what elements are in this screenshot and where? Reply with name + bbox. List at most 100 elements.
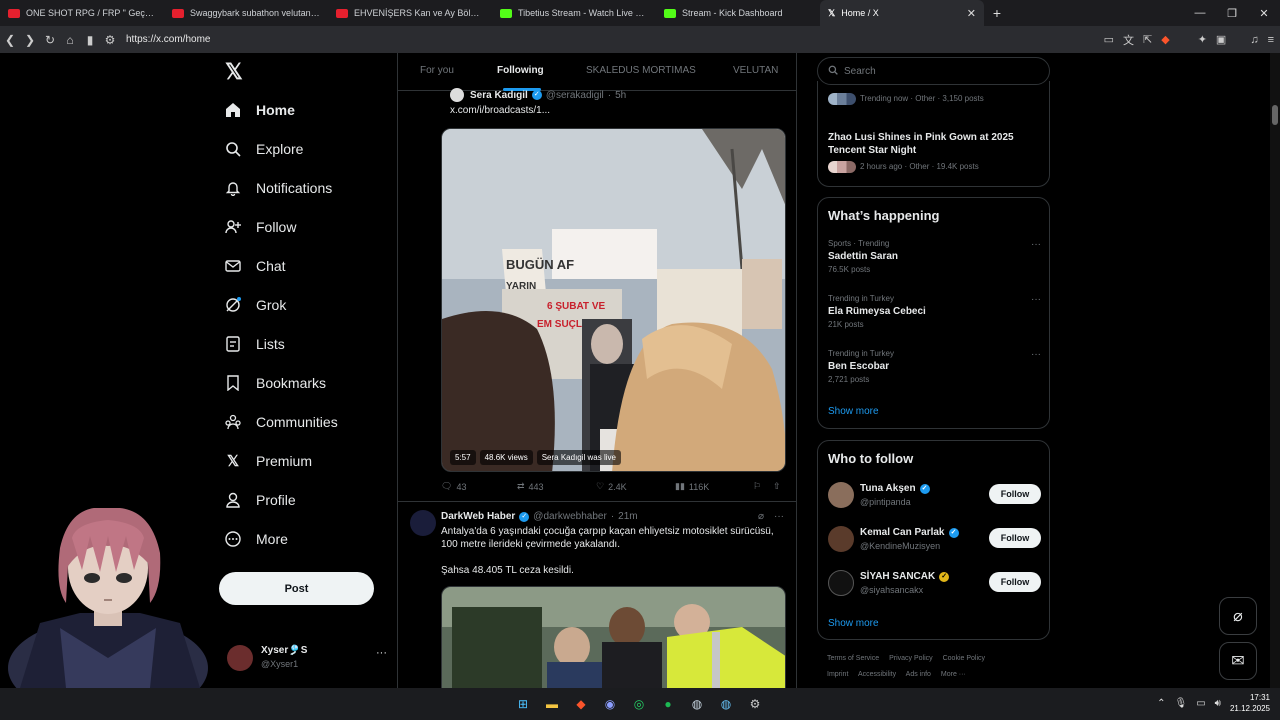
tweet-author-handle[interactable]: @serakadigil: [546, 90, 604, 101]
browser-tab[interactable]: ONE SHOT RPG / FRP " Geçmişin Yar: [0, 0, 164, 26]
like-button[interactable]: ♡ 2.4K: [596, 481, 627, 492]
scrollbar-thumb[interactable]: [1272, 105, 1278, 125]
x-logo-icon[interactable]: 𝕏: [225, 59, 243, 85]
network-icon[interactable]: ▭: [1196, 698, 1205, 709]
nav-explore[interactable]: Explore: [225, 141, 303, 157]
trend-item[interactable]: Trending in Turkey Ben Escobar 2,721 pos…: [828, 349, 1041, 384]
browser-tab[interactable]: Tibetius Stream - Watch Live on Kick: [492, 0, 656, 26]
file-explorer-icon[interactable]: ▬: [541, 693, 563, 715]
bookmark-browser-icon[interactable]: ▮: [80, 33, 100, 47]
follow-button[interactable]: Follow: [989, 528, 1041, 548]
grok-float-button[interactable]: ⌀: [1219, 597, 1257, 635]
browser-tab[interactable]: EHVENİŞERS Kan ve Ay Bölüm #1 - Y: [328, 0, 492, 26]
settings-icon[interactable]: ⚙: [744, 693, 766, 715]
browser-tab[interactable]: Swaggybark subathon velutan editio: [164, 0, 328, 26]
tab-for-you[interactable]: For you: [420, 65, 454, 76]
clock[interactable]: 17:31 21.12.2025: [1230, 692, 1270, 714]
more-dots-icon[interactable]: ···: [1031, 239, 1041, 250]
back-icon[interactable]: ❮: [0, 33, 20, 47]
avatar[interactable]: [828, 482, 854, 508]
tab-skaledus-mortimas[interactable]: SKALEDUS MORTIMAS: [586, 65, 696, 76]
tweet-author-name[interactable]: Sera Kadıgil: [470, 90, 528, 101]
footer-link[interactable]: Privacy Policy: [889, 655, 933, 662]
chevron-up-icon[interactable]: ⌃: [1157, 698, 1165, 709]
show-more-link[interactable]: Show more: [828, 406, 879, 417]
translate-icon[interactable]: 文: [1123, 32, 1134, 48]
more-dots-icon[interactable]: ···: [376, 647, 387, 659]
new-tab-button[interactable]: +: [984, 0, 1010, 26]
follow-button[interactable]: Follow: [989, 572, 1041, 592]
sidebar-icon[interactable]: ▣: [1216, 33, 1226, 46]
footer-link[interactable]: Terms of Service: [827, 655, 879, 662]
repost-button[interactable]: ⇄ 443: [517, 481, 544, 492]
tweet-link-text[interactable]: x.com/i/broadcasts/1...: [450, 105, 550, 116]
nav-chat[interactable]: Chat: [225, 258, 286, 274]
reload-icon[interactable]: ↻: [40, 33, 60, 47]
post-button[interactable]: Post: [219, 572, 374, 605]
follow-button[interactable]: Follow: [989, 484, 1041, 504]
nav-communities[interactable]: Communities: [225, 414, 338, 430]
windows-start-icon[interactable]: ⊞: [512, 693, 534, 715]
media-icon[interactable]: ♫: [1250, 34, 1258, 46]
nav-home[interactable]: Home: [225, 102, 295, 118]
spotify-icon[interactable]: ●: [657, 693, 679, 715]
views-button[interactable]: ▮▮ 116K: [675, 481, 709, 492]
follow-suggestion[interactable]: Tuna Akşen ✓ @pintipanda Follow: [828, 482, 1041, 512]
tweet-time[interactable]: 5h: [615, 90, 626, 101]
grok-icon[interactable]: ⌀: [758, 511, 764, 522]
nav-grok[interactable]: Grok: [225, 297, 286, 313]
share-icon[interactable]: ⇱: [1143, 33, 1152, 46]
tab-velutan[interactable]: VELUTAN: [733, 65, 778, 76]
trend-item[interactable]: Sports · Trending Sadettin Saran 76.5K p…: [828, 239, 1041, 274]
microphone-icon[interactable]: 🎙︎: [1174, 698, 1187, 709]
nav-premium[interactable]: 𝕏 Premium: [225, 453, 312, 470]
nav-bookmarks[interactable]: Bookmarks: [225, 375, 326, 391]
close-tab-icon[interactable]: ✕: [967, 7, 976, 20]
nav-notifications[interactable]: Notifications: [225, 180, 332, 196]
discord-icon[interactable]: ◉: [599, 693, 621, 715]
footer-link[interactable]: Accessibility: [858, 671, 896, 678]
close-window-icon[interactable]: ✕: [1248, 0, 1280, 26]
extensions-icon[interactable]: ✦: [1198, 33, 1207, 46]
tweet-video[interactable]: BUGÜN AF YARIN 6 ŞUBAT VE EM SUÇLULARI 5…: [441, 128, 786, 472]
follow-suggestion[interactable]: Kemal Can Parlak ✓ @KendineMuzisyen Follo…: [828, 526, 1041, 556]
news-item[interactable]: Zhao Lusi Shines in Pink Gown at 2025 Te…: [828, 128, 1041, 173]
follow-suggestion[interactable]: SİYAH SANCAK ✓ @siyahsancakx Follow: [828, 570, 1041, 600]
brave-browser-icon[interactable]: ◆: [570, 693, 592, 715]
tweet-author-name[interactable]: DarkWeb Haber: [441, 511, 515, 522]
nav-follow[interactable]: Follow: [225, 219, 296, 235]
forward-icon[interactable]: ❯: [20, 33, 40, 47]
nav-profile[interactable]: Profile: [225, 492, 296, 508]
search-input[interactable]: Search: [817, 57, 1050, 85]
browser-tab[interactable]: Stream - Kick Dashboard: [656, 0, 820, 26]
avatar[interactable]: [828, 570, 854, 596]
trend-item[interactable]: Trending now · Other · 3,150 posts: [828, 93, 1041, 105]
nav-more[interactable]: More: [225, 531, 288, 547]
footer-link[interactable]: Ads info: [906, 671, 931, 678]
footer-link[interactable]: Imprint: [827, 671, 848, 678]
bookmark-button[interactable]: ⚐: [753, 481, 761, 492]
home-browser-icon[interactable]: ⌂: [60, 33, 80, 47]
avatar[interactable]: [450, 88, 464, 102]
browser-tab-active[interactable]: 𝕏 Home / X ✕: [820, 0, 984, 26]
tweet-author-handle[interactable]: @darkwebhaber: [533, 511, 607, 522]
scrollbar[interactable]: [1270, 53, 1280, 688]
restore-icon[interactable]: ❐: [1216, 0, 1248, 26]
show-more-link[interactable]: Show more: [828, 618, 879, 629]
tab-following[interactable]: Following: [497, 65, 544, 76]
reply-button[interactable]: 🗨︎ 43: [441, 481, 466, 492]
steam-icon[interactable]: ◍: [686, 693, 708, 715]
trend-item[interactable]: Trending in Turkey Ela Rümeysa Cebeci 21…: [828, 294, 1041, 329]
whatsapp-icon[interactable]: ◎: [628, 693, 650, 715]
minimize-icon[interactable]: —: [1184, 0, 1216, 26]
site-info-icon[interactable]: ⚙: [100, 33, 120, 47]
more-dots-icon[interactable]: ···: [774, 511, 784, 522]
footer-link[interactable]: Cookie Policy: [943, 655, 985, 662]
menu-icon[interactable]: ≡: [1268, 34, 1274, 46]
messages-float-button[interactable]: ✉: [1219, 642, 1257, 680]
account-switcher[interactable]: Xyser🎐S @Xyser1 ···: [227, 641, 387, 681]
brave-shield-icon[interactable]: ◆: [1161, 33, 1169, 46]
avatar[interactable]: [410, 510, 436, 536]
steam-icon[interactable]: ◍: [715, 693, 737, 715]
tweet-image[interactable]: [441, 586, 786, 688]
